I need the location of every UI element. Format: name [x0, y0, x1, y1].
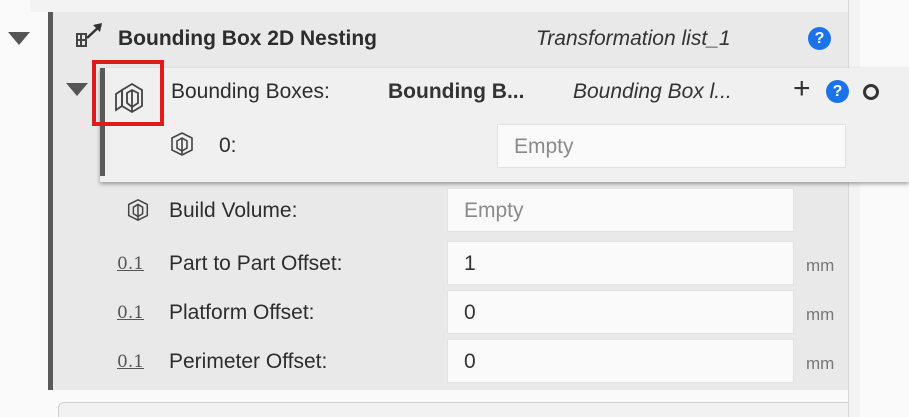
numeric-icon: 0.1 [117, 254, 145, 274]
bounding-boxes-help-icon[interactable]: ? [826, 80, 849, 103]
help-icon[interactable]: ? [808, 27, 831, 50]
bounding-box-item-value: Empty [514, 135, 574, 158]
bounding-boxes-value[interactable]: Bounding B... [388, 80, 524, 104]
transform-node-icon [76, 23, 102, 47]
scroll-area-edge [848, 0, 860, 417]
perimeter-offset-unit: mm [806, 354, 835, 373]
bounding-box-icon [127, 198, 149, 222]
transformation-list-name[interactable]: Transformation list_1 [536, 27, 731, 51]
perimeter-offset-label: Perimeter Offset: [169, 350, 328, 373]
node-left-border [48, 12, 53, 390]
perimeter-offset-field[interactable]: 0 [447, 339, 794, 383]
build-volume-label: Build Volume: [169, 199, 298, 222]
numeric-icon: 0.1 [117, 303, 145, 323]
bounding-boxes-type[interactable]: Bounding Box l... [573, 80, 732, 104]
collapse-caret-icon[interactable] [8, 32, 30, 45]
port-circle-icon[interactable] [863, 84, 879, 100]
perimeter-offset-value: 0 [464, 350, 476, 373]
part-to-part-offset-value: 1 [464, 252, 476, 275]
bounding-box-item-label: 0: [219, 134, 237, 157]
build-volume-field[interactable]: Empty [447, 188, 794, 232]
part-to-part-offset-label: Part to Part Offset: [169, 252, 343, 275]
platform-offset-value: 0 [464, 301, 476, 324]
part-to-part-offset-field[interactable]: 1 [447, 241, 794, 285]
panel-top-edge [30, 0, 858, 12]
bounding-boxes-label: Bounding Boxes: [171, 80, 330, 103]
bounding-box-item-field[interactable]: Empty [497, 124, 846, 168]
next-node-panel-edge [58, 402, 848, 417]
numeric-icon: 0.1 [117, 352, 145, 372]
highlight-rectangle [92, 60, 164, 126]
platform-offset-unit: mm [806, 305, 835, 324]
node-title: Bounding Box 2D Nesting [118, 27, 377, 50]
node-header[interactable]: Bounding Box 2D Nesting Transformation l… [0, 18, 860, 58]
platform-offset-label: Platform Offset: [169, 301, 315, 324]
bounding-box-icon [171, 132, 193, 156]
build-volume-value: Empty [464, 199, 524, 222]
add-item-button[interactable]: + [793, 74, 811, 104]
bounding-boxes-caret-icon[interactable] [66, 83, 88, 96]
platform-offset-field[interactable]: 0 [447, 290, 794, 334]
part-to-part-offset-unit: mm [806, 256, 835, 275]
